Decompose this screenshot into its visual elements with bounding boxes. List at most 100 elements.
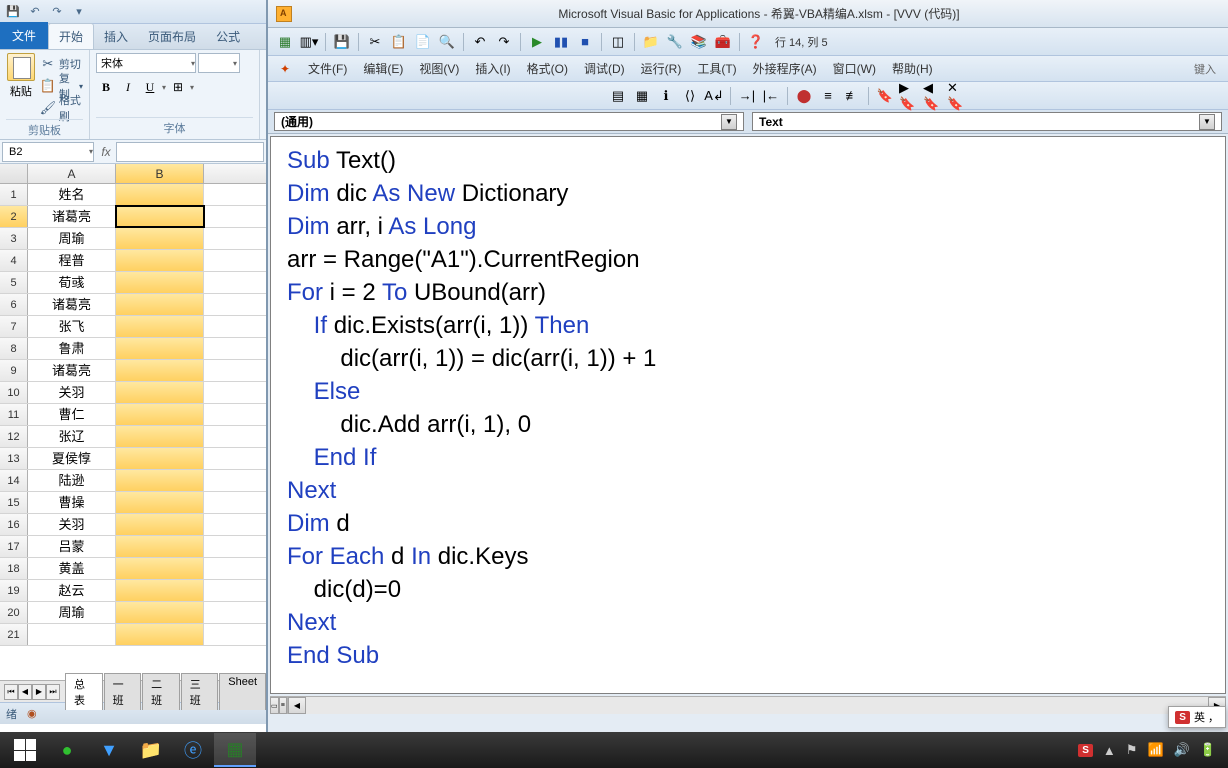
- macro-record-icon[interactable]: ◉: [27, 707, 37, 720]
- row-header[interactable]: 6: [0, 294, 28, 315]
- cell[interactable]: [116, 294, 204, 315]
- tray-ime-icon[interactable]: S: [1078, 744, 1093, 757]
- menu-insert[interactable]: 插入(I): [467, 57, 518, 80]
- cell[interactable]: [116, 602, 204, 623]
- cell[interactable]: 诸葛亮: [28, 360, 116, 381]
- project-explorer-icon[interactable]: 📁: [640, 31, 662, 53]
- menu-icon[interactable]: ✦: [274, 58, 296, 80]
- reset-icon[interactable]: ■: [574, 31, 596, 53]
- ime-indicator[interactable]: S 英 ，: [1168, 706, 1226, 728]
- design-mode-icon[interactable]: ◫: [607, 31, 629, 53]
- tray-network-icon[interactable]: 📶: [1147, 742, 1163, 758]
- column-header-b[interactable]: B: [116, 164, 204, 183]
- row-header[interactable]: 17: [0, 536, 28, 557]
- cell[interactable]: [116, 360, 204, 381]
- row-header[interactable]: 16: [0, 514, 28, 535]
- menu-tools[interactable]: 工具(T): [689, 57, 744, 80]
- cell[interactable]: [28, 624, 116, 645]
- row-header[interactable]: 15: [0, 492, 28, 513]
- undo-icon[interactable]: ↶: [26, 3, 44, 21]
- format-painter-button[interactable]: 🖌格式刷: [40, 97, 83, 119]
- break-icon[interactable]: ▮▮: [550, 31, 572, 53]
- row-header[interactable]: 13: [0, 448, 28, 469]
- help-icon[interactable]: ❓: [745, 31, 767, 53]
- next-bookmark-icon[interactable]: ▶🔖: [898, 85, 920, 107]
- object-dropdown[interactable]: (通用) ▼: [274, 112, 744, 131]
- menu-debug[interactable]: 调试(D): [576, 57, 633, 80]
- row-header[interactable]: 14: [0, 470, 28, 491]
- cell[interactable]: [116, 184, 204, 205]
- tray-up-icon[interactable]: ▲: [1103, 743, 1116, 758]
- paste-button[interactable]: 粘贴: [6, 53, 36, 119]
- comment-icon[interactable]: ≡: [817, 85, 839, 107]
- cell[interactable]: 关羽: [28, 382, 116, 403]
- font-size-select[interactable]: ▾: [198, 53, 240, 73]
- menu-view[interactable]: 视图(V): [411, 57, 467, 80]
- quick-info-icon[interactable]: ℹ: [655, 85, 677, 107]
- name-box[interactable]: B2▾: [2, 142, 94, 162]
- row-header[interactable]: 12: [0, 426, 28, 447]
- column-header-a[interactable]: A: [28, 164, 116, 183]
- parameter-info-icon[interactable]: ⟨⟩: [679, 85, 701, 107]
- italic-button[interactable]: I: [118, 77, 138, 97]
- row-header[interactable]: 19: [0, 580, 28, 601]
- menu-edit[interactable]: 编辑(E): [355, 57, 411, 80]
- cell[interactable]: [116, 250, 204, 271]
- qat-dropdown-icon[interactable]: ▾: [70, 3, 88, 21]
- cell[interactable]: [116, 536, 204, 557]
- sheet-nav-prev[interactable]: ◀: [18, 684, 32, 700]
- prev-bookmark-icon[interactable]: ◀🔖: [922, 85, 944, 107]
- procedure-view-icon[interactable]: ≡: [279, 697, 287, 714]
- menu-run[interactable]: 运行(R): [633, 57, 690, 80]
- formula-input[interactable]: [116, 142, 264, 162]
- cell[interactable]: 张飞: [28, 316, 116, 337]
- cell[interactable]: 黄盖: [28, 558, 116, 579]
- taskbar-app-qq-music[interactable]: ●: [46, 733, 88, 767]
- list-properties-icon[interactable]: ▤: [607, 85, 629, 107]
- undo-icon[interactable]: ↶: [469, 31, 491, 53]
- menu-file[interactable]: 文件(F): [300, 57, 355, 80]
- cell[interactable]: [116, 470, 204, 491]
- find-icon[interactable]: 🔍: [436, 31, 458, 53]
- row-header[interactable]: 21: [0, 624, 28, 645]
- toolbox-icon[interactable]: 🧰: [712, 31, 734, 53]
- cell[interactable]: 周瑜: [28, 602, 116, 623]
- run-icon[interactable]: ▶: [526, 31, 548, 53]
- save-icon[interactable]: 💾: [4, 3, 22, 21]
- cut-icon[interactable]: ✂: [364, 31, 386, 53]
- cell[interactable]: [116, 558, 204, 579]
- tray-battery-icon[interactable]: 🔋: [1200, 742, 1216, 758]
- underline-button[interactable]: U: [140, 77, 160, 97]
- redo-icon[interactable]: ↷: [48, 3, 66, 21]
- scroll-left-icon[interactable]: ◀: [288, 697, 306, 714]
- paste-icon[interactable]: 📄: [412, 31, 434, 53]
- tab-file[interactable]: 文件: [0, 22, 48, 49]
- full-module-view-icon[interactable]: ▭: [270, 697, 279, 714]
- code-editor[interactable]: Sub Text() Dim dic As New Dictionary Dim…: [270, 136, 1226, 694]
- taskbar-app-excel[interactable]: ▦: [214, 733, 256, 767]
- row-header[interactable]: 4: [0, 250, 28, 271]
- row-header[interactable]: 5: [0, 272, 28, 293]
- sheet-nav-next[interactable]: ▶: [32, 684, 46, 700]
- outdent-icon[interactable]: |←: [760, 85, 782, 107]
- sheet-nav-first[interactable]: ⏮: [4, 684, 18, 700]
- cell[interactable]: 陆逊: [28, 470, 116, 491]
- breakpoint-icon[interactable]: ⬤: [793, 85, 815, 107]
- tray-volume-icon[interactable]: 🔊: [1174, 742, 1190, 758]
- cell[interactable]: 夏侯惇: [28, 448, 116, 469]
- redo-icon[interactable]: ↷: [493, 31, 515, 53]
- cell[interactable]: [116, 228, 204, 249]
- view-excel-icon[interactable]: ▦: [274, 31, 296, 53]
- cell[interactable]: [116, 580, 204, 601]
- cell[interactable]: 曹操: [28, 492, 116, 513]
- cell[interactable]: 赵云: [28, 580, 116, 601]
- row-header[interactable]: 11: [0, 404, 28, 425]
- cell[interactable]: [116, 448, 204, 469]
- fx-icon[interactable]: fx: [96, 145, 116, 159]
- menu-help[interactable]: 帮助(H): [884, 57, 941, 80]
- row-header[interactable]: 8: [0, 338, 28, 359]
- insert-module-icon[interactable]: ▥▾: [298, 31, 320, 53]
- taskbar-app-explorer[interactable]: 📁: [130, 733, 172, 767]
- save-icon[interactable]: 💾: [331, 31, 353, 53]
- cell[interactable]: 荀彧: [28, 272, 116, 293]
